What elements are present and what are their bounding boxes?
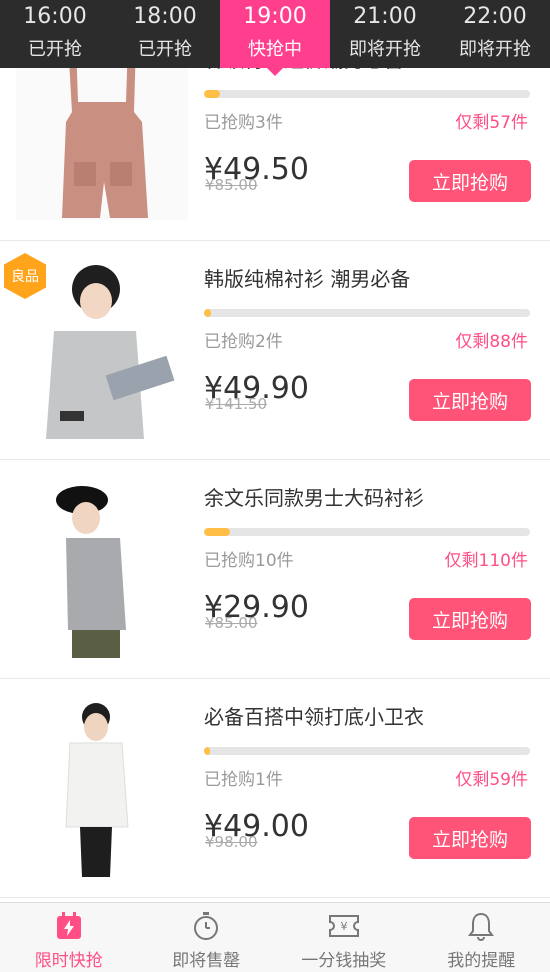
tab-penny-lottery[interactable]: ¥ 一分钱抽奖: [275, 903, 413, 972]
progress-bar: [204, 747, 530, 755]
product-card[interactable]: 良品 韩版纯棉衬衫 潮男必备 已抢购2件 仅剩88件 ¥49.90 ¥141.5…: [0, 241, 550, 460]
progress-fill: [204, 309, 211, 317]
product-image-overalls[interactable]: [16, 42, 188, 220]
remaining-count: 仅剩59件: [455, 765, 528, 790]
tab-label: 即将售罄: [138, 946, 276, 971]
time-slot[interactable]: 21:00 即将开抢: [330, 0, 440, 68]
original-price: ¥85.00: [205, 176, 258, 194]
bell-icon: [413, 910, 550, 942]
tab-selling-out[interactable]: 即将售罄: [138, 903, 276, 972]
slot-time: 16:00: [0, 4, 110, 29]
product-card[interactable]: 余文乐同款男士大码衬衫 已抢购10件 仅剩110件 ¥29.90 ¥85.00 …: [0, 460, 550, 679]
bottom-tab-bar: 限时快抢 即将售罄 ¥ 一分钱抽奖 我的提醒: [0, 902, 550, 972]
time-slot[interactable]: 22:00 即将开抢: [440, 0, 550, 68]
product-image-bucket-hat[interactable]: [16, 480, 188, 658]
buy-now-button[interactable]: 立即抢购: [409, 817, 531, 859]
time-slot[interactable]: 16:00 已开抢: [0, 0, 110, 68]
slot-time: 19:00: [220, 4, 330, 29]
progress-bar: [204, 309, 530, 317]
remaining-count: 仅剩110件: [445, 546, 528, 571]
progress-fill: [204, 90, 220, 98]
badge-label: 良品: [4, 266, 46, 286]
product-title[interactable]: 必备百搭中领打底小卫衣: [204, 701, 424, 730]
sold-count: 已抢购3件: [204, 108, 283, 133]
progress-bar: [204, 90, 530, 98]
remaining-count: 仅剩88件: [455, 327, 528, 352]
original-price: ¥98.00: [205, 833, 258, 851]
product-title[interactable]: 余文乐同款男士大码衬衫: [204, 482, 424, 511]
sold-count: 已抢购1件: [204, 765, 283, 790]
progress-fill: [204, 747, 210, 755]
product-list: 甘领背带短裤潮男必备 已抢购3件 仅剩57件 ¥49.50 ¥85.00 立即抢…: [0, 22, 550, 898]
slot-status: 即将开抢: [440, 35, 550, 61]
slot-status: 已开抢: [0, 35, 110, 61]
slot-time: 21:00: [330, 4, 440, 29]
tab-label: 我的提醒: [413, 946, 550, 971]
ticket-icon: ¥: [275, 910, 413, 942]
product-title[interactable]: 韩版纯棉衬衫 潮男必备: [204, 263, 410, 292]
original-price: ¥85.00: [205, 614, 258, 632]
tab-label: 一分钱抽奖: [275, 946, 413, 971]
sold-count: 已抢购2件: [204, 327, 283, 352]
time-slot[interactable]: 18:00 已开抢: [110, 0, 220, 68]
stopwatch-icon: [138, 910, 276, 942]
buy-now-button[interactable]: 立即抢购: [409, 379, 531, 421]
buy-now-button[interactable]: 立即抢购: [409, 598, 531, 640]
time-slot-bar: 16:00 已开抢 18:00 已开抢 19:00 快抢中 21:00 即将开抢…: [0, 0, 550, 68]
slot-status: 已开抢: [110, 35, 220, 61]
slot-status: 快抢中: [220, 35, 330, 61]
slot-time: 22:00: [440, 4, 550, 29]
progress-bar: [204, 528, 530, 536]
time-slot-active[interactable]: 19:00 快抢中: [220, 0, 330, 68]
product-card[interactable]: 必备百搭中领打底小卫衣 已抢购1件 仅剩59件 ¥49.00 ¥98.00 立即…: [0, 679, 550, 898]
progress-fill: [204, 528, 230, 536]
quality-badge: 良品: [4, 253, 46, 299]
slot-status: 即将开抢: [330, 35, 440, 61]
tab-my-reminders[interactable]: 我的提醒: [413, 903, 550, 972]
remaining-count: 仅剩57件: [455, 108, 528, 133]
flash-sale-icon: [0, 910, 138, 942]
slot-time: 18:00: [110, 4, 220, 29]
tab-label: 限时快抢: [0, 946, 138, 971]
svg-text:¥: ¥: [340, 920, 347, 933]
buy-now-button[interactable]: 立即抢购: [409, 160, 531, 202]
sold-count: 已抢购10件: [204, 546, 294, 571]
product-image-white-sweater[interactable]: [16, 699, 188, 877]
tab-flash-sale[interactable]: 限时快抢: [0, 903, 138, 972]
original-price: ¥141.50: [205, 395, 267, 413]
